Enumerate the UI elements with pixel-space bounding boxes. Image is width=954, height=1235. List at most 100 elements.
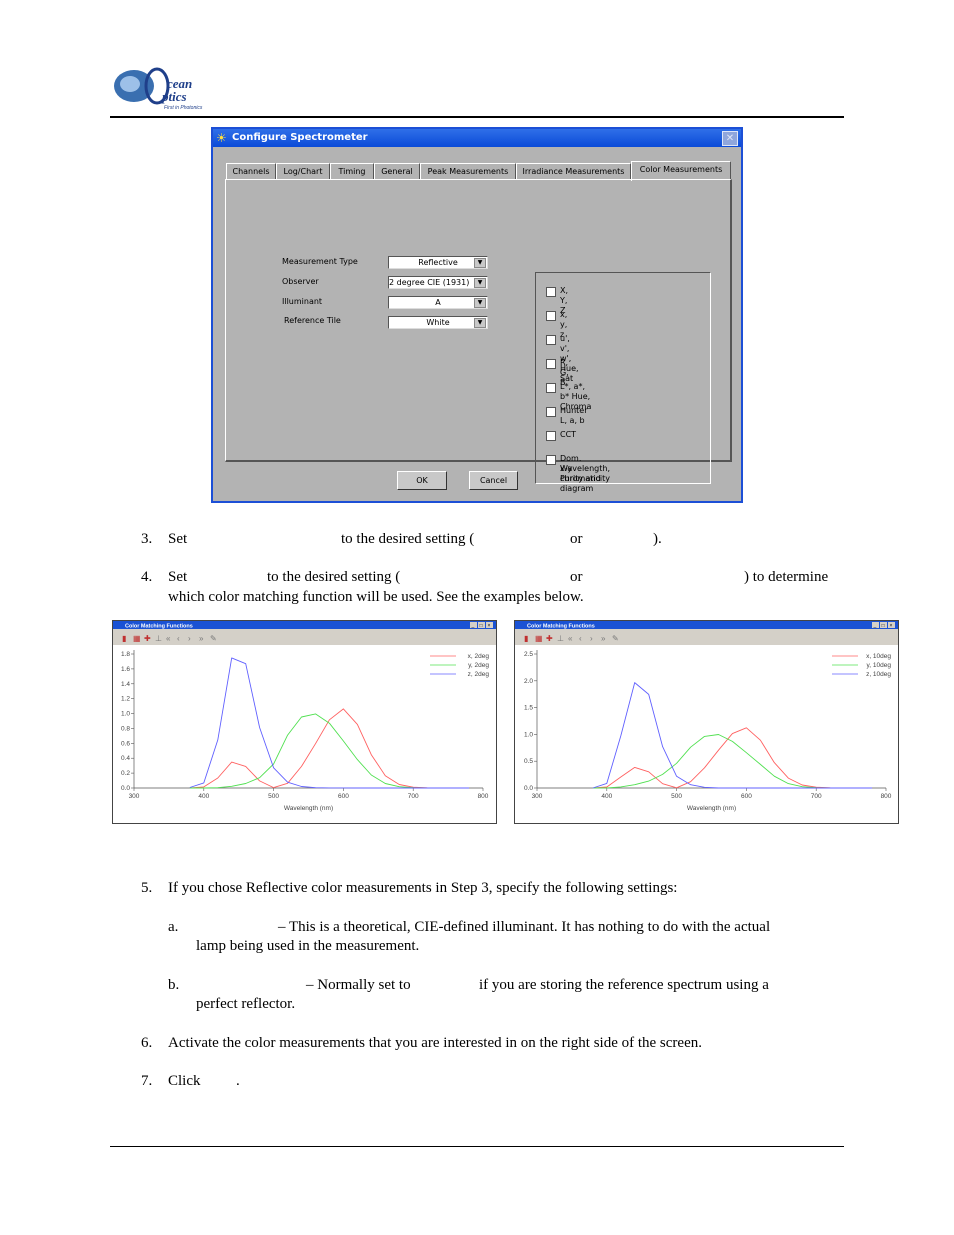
legend-label: z, 10deg — [866, 671, 891, 678]
x-tick-label: 300 — [532, 793, 543, 800]
measurement-type-select[interactable]: Reflective ▼ — [388, 256, 488, 269]
illuminant-label: Illuminant — [282, 297, 323, 306]
illuminant-select[interactable]: A ▼ — [388, 296, 488, 309]
x-tick-label: 400 — [601, 793, 612, 800]
x-tick-label: 600 — [338, 793, 349, 800]
color-matching-10deg-window: Color Matching Functions _ □ × ▮ ▦ ✚ ⊥ « ‹ › » ✎ 0.0 0… — [514, 620, 899, 824]
dialog-title: Configure Spectrometer — [232, 132, 368, 143]
window-button-glyph: × — [890, 623, 893, 629]
step-text: to the desired setting ( — [267, 569, 401, 585]
ok-button[interactable]: OK — [397, 471, 447, 490]
step-text: or — [570, 569, 583, 585]
tab-peak-measurements[interactable]: Peak Measurements — [420, 163, 516, 180]
toolbar-icon: » — [199, 634, 204, 643]
chart-window-title: Color Matching Functions — [527, 624, 595, 630]
step-number: 3. — [141, 531, 153, 547]
chart-svg: Color Matching Functions _ □ × ▮ ▦ ✚ ⊥ « ‹ › » ✎ 0.0 0… — [515, 621, 898, 812]
x-tick-label: 700 — [811, 793, 822, 800]
chart-svg: Color Matching Functions _ □ × ▮ ▦ ✚ ⊥ « ‹ › » ✎ 0.0 0… — [113, 621, 496, 812]
tab-irradiance-measurements[interactable]: Irradiance Measurements — [516, 163, 631, 180]
svg-text:ptics: ptics — [161, 89, 187, 104]
step-text: lamp being used in the measurement. — [196, 938, 420, 954]
y-tick-label: 1.0 — [121, 711, 130, 718]
y-tick-label: 1.8 — [121, 651, 130, 658]
window-button-glyph: _ — [873, 623, 877, 629]
legend-label: y, 2deg — [468, 662, 489, 669]
y-tick-label: 2.0 — [524, 678, 533, 685]
step-text: If you chose Reflective color measuremen… — [168, 880, 678, 896]
configure-spectrometer-dialog: ☀ Configure Spectrometer ✕ Channels Log/… — [211, 127, 743, 503]
toolbar-icon: ▮ — [122, 634, 126, 643]
toolbar-icon: « — [166, 634, 171, 643]
x-axis-label: Wavelength (nm) — [284, 805, 333, 812]
step-text: which color matching function will be us… — [168, 589, 584, 605]
step-text: to the desired setting ( — [341, 531, 475, 547]
chevron-down-icon: ▼ — [474, 278, 486, 288]
observer-select[interactable]: 2 degree CIE (1931) ▼ — [388, 276, 488, 289]
y-tick-label: 0.0 — [524, 785, 533, 792]
tab-timing[interactable]: Timing — [330, 163, 374, 180]
step-text: ) to determine — [744, 569, 829, 585]
toolbar-icon: ▦ — [133, 634, 141, 643]
step-text: if you are storing the reference spectru… — [479, 977, 769, 993]
y-tick-label: 2.5 — [524, 651, 533, 658]
step-number: 6. — [141, 1035, 153, 1051]
tab-color-measurements[interactable]: Color Measurements — [631, 161, 731, 181]
toolbar-icon: ▮ — [524, 634, 528, 643]
reference-tile-select[interactable]: White ▼ — [388, 316, 488, 329]
toolbar-icon: « — [568, 634, 573, 643]
window-button-glyph: □ — [882, 623, 885, 629]
toolbar-icon: › — [590, 634, 593, 643]
x-axis-label: Wavelength (nm) — [687, 805, 736, 812]
step-text: Click — [168, 1073, 201, 1089]
x-tick-label: 400 — [198, 793, 209, 800]
observer-value: 2 degree CIE (1931) — [389, 278, 470, 287]
toolbar-icon: ✚ — [546, 634, 553, 643]
y-tick-label: 0.0 — [121, 785, 130, 792]
tab-general[interactable]: General — [374, 163, 420, 180]
series-line-0 — [189, 708, 469, 789]
toolbar-icon: ✎ — [210, 634, 217, 643]
document-page: cean ptics First in Photonics ☀ Configur… — [0, 0, 954, 1235]
x-tick-label: 500 — [671, 793, 682, 800]
window-button-glyph: □ — [480, 623, 483, 629]
step-number: a. — [168, 919, 179, 935]
x-tick-label: 500 — [268, 793, 279, 800]
close-button[interactable]: ✕ — [722, 131, 738, 146]
chevron-down-icon: ▼ — [474, 298, 486, 308]
x-tick-label: 300 — [129, 793, 140, 800]
tab-channels[interactable]: Channels — [226, 163, 276, 180]
step-text: or — [570, 531, 583, 547]
y-tick-label: 1.6 — [121, 666, 130, 673]
measurement-type-value: Reflective — [418, 258, 458, 267]
toolbar-icon: ✎ — [612, 634, 619, 643]
step-number: b. — [168, 977, 180, 993]
color-matching-2deg-window: Color Matching Functions _ □ × ▮ ▦ ✚ ⊥ « ‹ › » ✎ 0.0 0… — [112, 620, 497, 824]
series-line-1 — [592, 734, 872, 789]
y-tick-label: 1.5 — [524, 705, 533, 712]
series-line-2 — [592, 682, 872, 789]
x-tick-label: 700 — [408, 793, 419, 800]
dialog-title-bar[interactable]: ☀ Configure Spectrometer — [213, 129, 741, 147]
header-rule — [110, 116, 844, 118]
x-tick-label: 800 — [478, 793, 489, 800]
toolbar-icon: » — [601, 634, 606, 643]
step-text: Activate the color measurements that you… — [168, 1035, 702, 1051]
tab-log-chart[interactable]: Log/Chart — [276, 163, 330, 180]
measurements-group: X, Y, Z x, y, z u', v', w', Hue, Sat R, … — [535, 272, 711, 493]
legend-label: y, 10deg — [867, 662, 892, 669]
legend-label: x, 10deg — [866, 653, 891, 660]
step-text: Set — [168, 531, 188, 547]
window-button-glyph: × — [488, 623, 491, 629]
step-text: – This is a theoretical, CIE-defined ill… — [278, 919, 771, 935]
y-tick-label: 0.5 — [524, 758, 533, 765]
step-number: 5. — [141, 880, 153, 896]
window-button-glyph: _ — [471, 623, 475, 629]
step-text: . — [236, 1073, 240, 1089]
step-number: 4. — [141, 569, 153, 585]
series-line-0 — [592, 727, 872, 789]
svg-text:First in Photonics: First in Photonics — [164, 105, 203, 111]
toolbar-icon: ⊥ — [155, 634, 162, 643]
cancel-button[interactable]: Cancel — [469, 471, 518, 490]
x-tick-label: 800 — [881, 793, 892, 800]
